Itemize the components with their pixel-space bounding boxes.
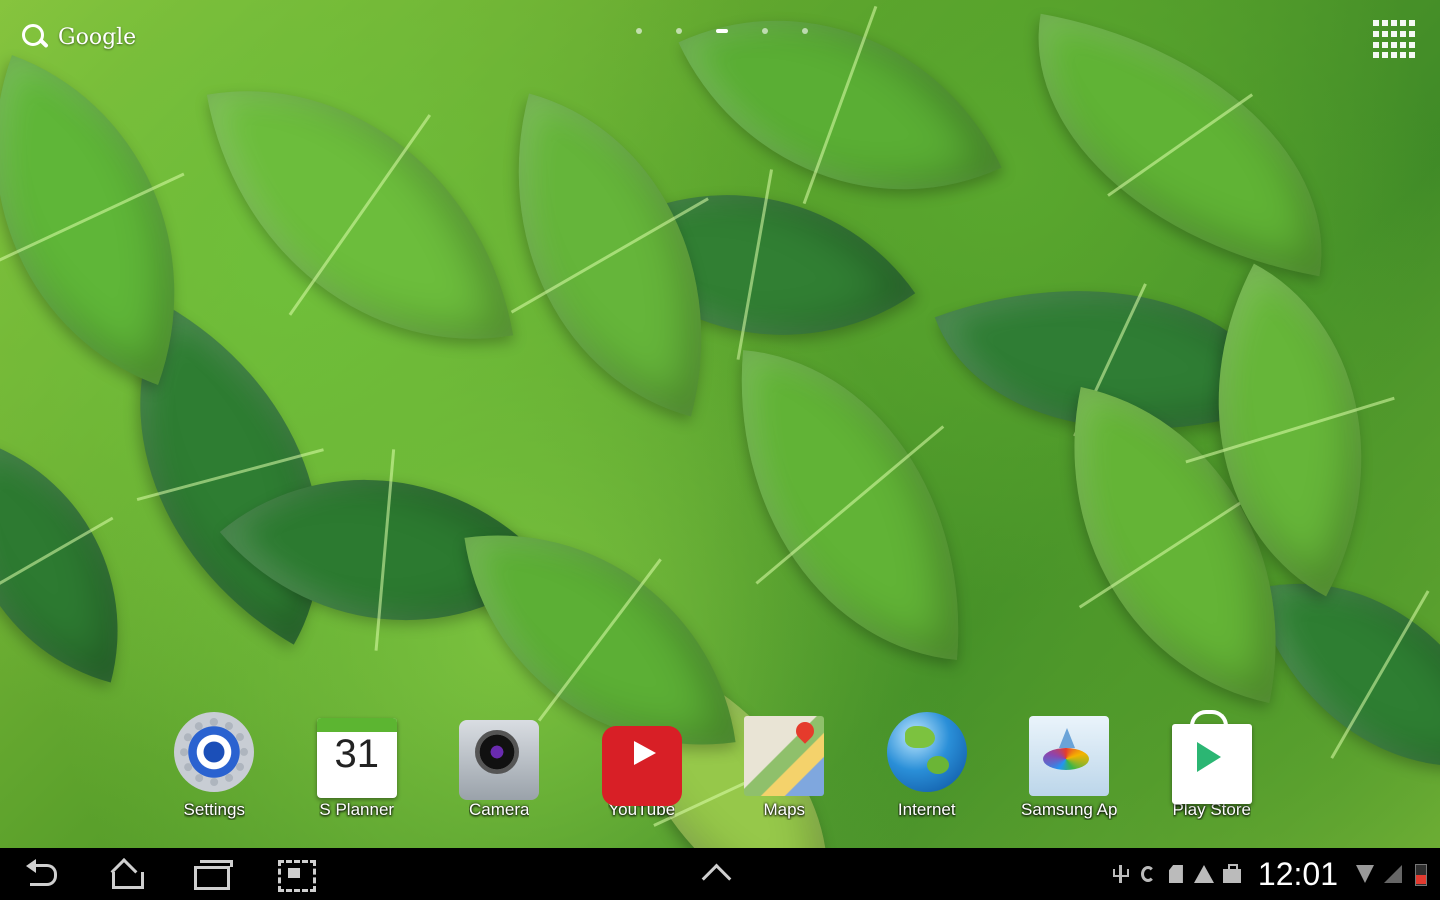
sd-card-icon [1166,863,1186,885]
leaf-decoration [206,49,514,381]
page-dot[interactable] [762,28,768,34]
camera-icon [459,720,540,800]
page-dot[interactable] [636,28,642,34]
shopping-bag-icon [1222,863,1242,885]
app-maps[interactable]: Maps [713,712,856,832]
play-store-icon [1171,710,1252,804]
recent-apps-icon[interactable] [190,856,234,892]
system-bar: 12:01 [0,848,1440,900]
app-samsung-apps[interactable]: Samsung Ap [998,712,1141,832]
page-dot[interactable] [676,28,682,34]
home-icon[interactable] [104,856,148,892]
app-label: Samsung Ap [1021,800,1118,819]
screenshot-icon[interactable] [274,856,318,892]
page-indicator [636,28,808,34]
warning-icon [1193,863,1214,885]
search-icon [20,22,50,52]
usb-icon [1110,863,1130,885]
youtube-icon [601,726,682,806]
leaf-decoration [0,437,163,683]
back-icon[interactable] [24,856,68,892]
google-search-bar[interactable]: Google [20,22,136,52]
signal-icon [1382,863,1402,885]
app-label: Settings [183,800,245,819]
app-label: Camera [469,800,530,819]
wifi-icon [1354,863,1374,885]
app-s-planner[interactable]: 31 S Planner [286,712,429,832]
sync-icon [1138,863,1158,885]
app-drawer-icon[interactable] [1373,20,1417,60]
battery-icon [1410,863,1430,886]
app-label: Maps [763,800,806,819]
globe-icon [886,712,967,792]
app-play-store[interactable]: Play Store [1141,710,1284,832]
samsung-apps-icon [1029,716,1110,796]
app-camera[interactable]: Camera [428,712,571,832]
maps-icon [744,716,825,796]
app-label: Internet [897,800,956,819]
leaf-decoration [717,350,983,660]
settings-icon [174,712,255,792]
app-internet[interactable]: Internet [856,712,999,832]
page-dot-active[interactable] [716,29,728,33]
page-dot[interactable] [802,28,808,34]
google-search-label: Google [58,24,137,50]
leaf-decoration [1004,13,1356,277]
up-arrow-icon[interactable] [698,856,742,892]
app-dock: Settings 31 S Planner Camera YouTube Map… [143,710,1284,832]
app-settings[interactable]: Settings [143,712,286,832]
calendar-icon: 31 [316,718,397,798]
app-youtube[interactable]: YouTube [571,712,714,832]
app-label: S Planner [319,800,395,819]
status-area[interactable]: 12:01 [1110,848,1430,900]
calendar-date: 31 [334,732,380,776]
clock: 12:01 [1257,855,1338,892]
